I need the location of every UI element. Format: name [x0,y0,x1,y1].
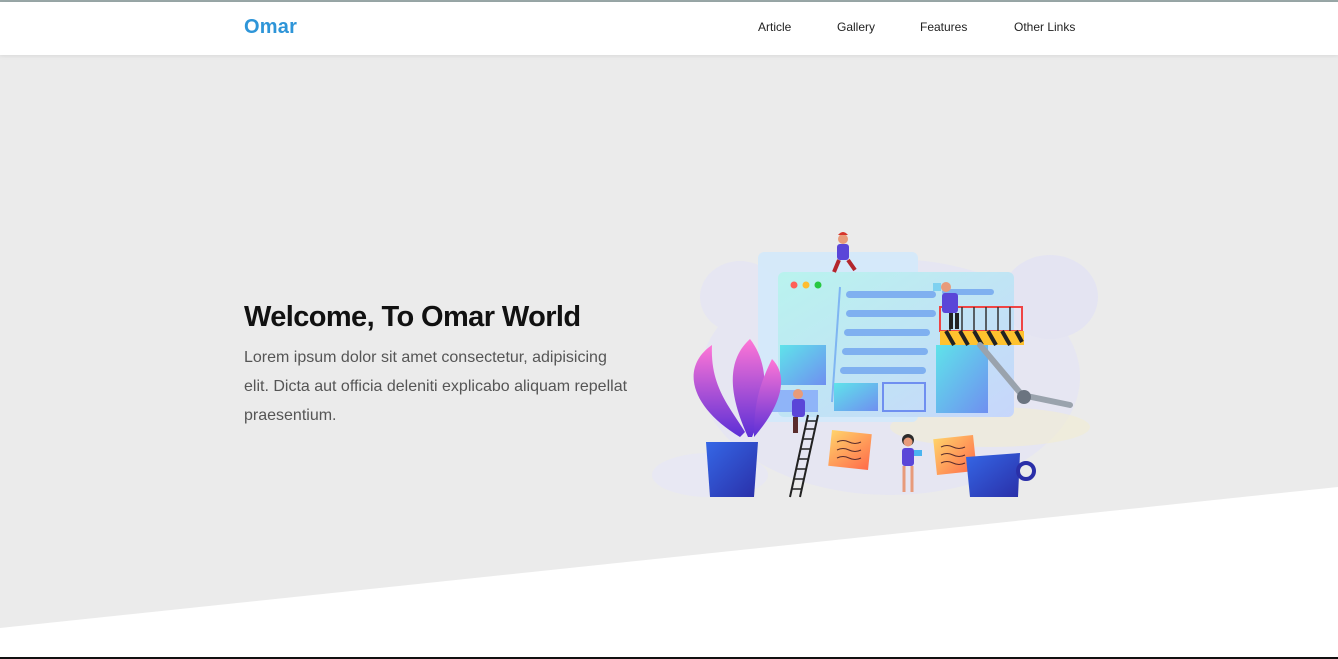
nav-link-other-links[interactable]: Other Links [1014,20,1075,34]
nav-link-features[interactable]: Features [920,20,967,34]
nav-link-article[interactable]: Article [758,20,791,34]
main-nav: Article Gallery Features Other Links [0,20,1338,40]
hero-title: Welcome, To Omar World [244,301,581,333]
navbar: Omar Article Gallery Features Other Link… [0,2,1338,55]
hero-description: Lorem ipsum dolor sit amet consectetur, … [244,349,628,424]
hero-section: Welcome, To Omar World Lorem ipsum dolor… [0,55,1338,659]
nav-link-gallery[interactable]: Gallery [837,20,875,34]
website-construction-illustration [652,232,1098,498]
